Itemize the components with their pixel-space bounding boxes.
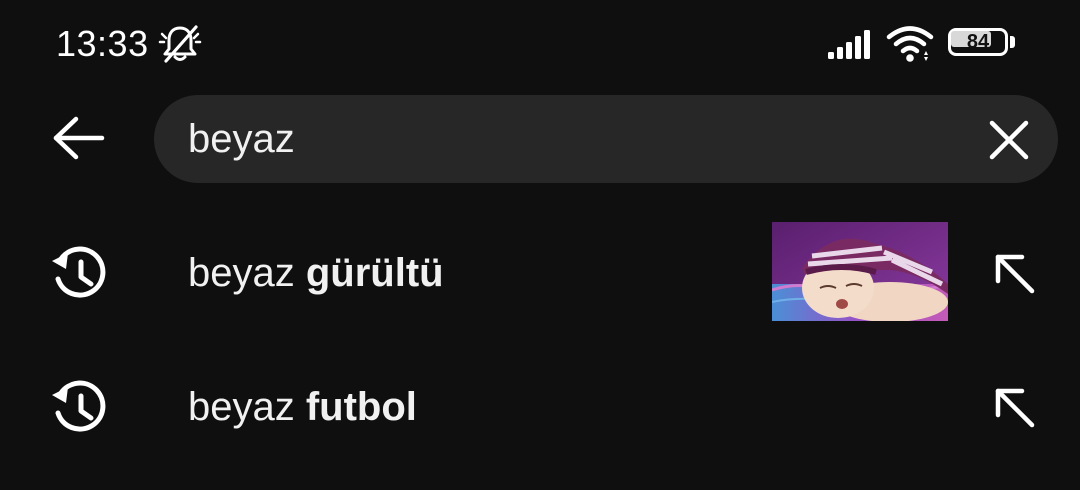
suggestion-completion: futbol — [305, 385, 417, 429]
close-icon — [989, 120, 1029, 160]
suggestion-query-part: beyaz — [188, 251, 306, 295]
search-input[interactable] — [188, 95, 968, 183]
battery-level: 84 — [966, 31, 990, 53]
fill-query-button[interactable] — [988, 381, 1040, 433]
status-time: 13:33 — [56, 23, 149, 64]
suggestion-item[interactable]: beyaz gürültü — [0, 207, 1080, 339]
search-box[interactable] — [154, 95, 1058, 183]
suggestion-thumbnail — [772, 222, 948, 321]
arrow-up-left-icon — [995, 388, 1035, 428]
clear-search-button[interactable] — [986, 117, 1032, 163]
back-button[interactable] — [42, 106, 114, 170]
arrow-up-left-icon — [995, 254, 1035, 294]
wifi-icon — [886, 26, 934, 62]
suggestion-query-part: beyaz — [188, 385, 306, 429]
battery-icon: 84 — [948, 28, 1018, 60]
battery-tip — [1010, 36, 1015, 48]
fill-query-button[interactable] — [988, 247, 1040, 299]
bell-off-icon — [158, 25, 202, 63]
suggestion-text: beyaz futbol — [188, 381, 417, 433]
suggestion-item[interactable]: beyaz futbol — [0, 341, 1080, 473]
suggestion-text: beyaz gürültü — [188, 247, 444, 299]
suggestion-completion: gürültü — [305, 251, 444, 295]
history-icon — [52, 380, 106, 432]
history-icon — [52, 246, 106, 298]
arrow-left-icon — [53, 116, 105, 160]
status-bar: 13:33 84 — [0, 0, 1080, 88]
cellular-signal-icon — [828, 30, 870, 59]
